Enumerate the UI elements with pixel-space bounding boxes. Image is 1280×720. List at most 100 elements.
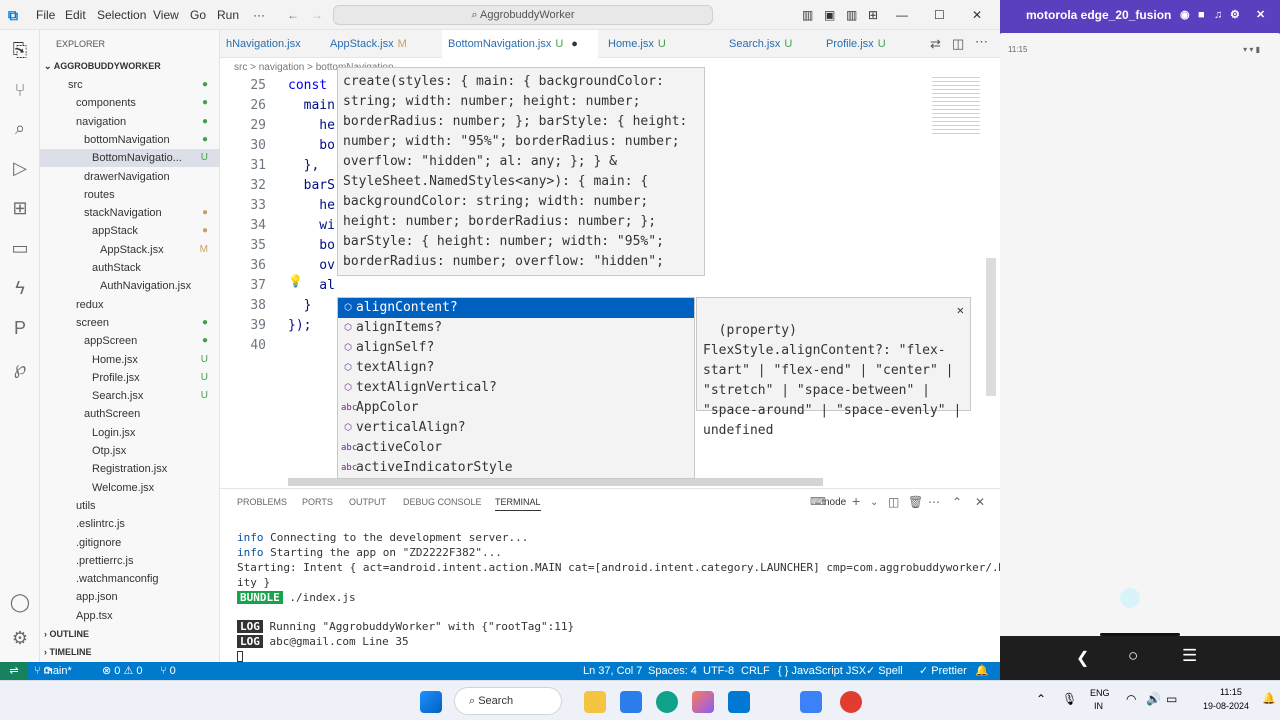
kill-terminal-icon[interactable]: 🗑 xyxy=(908,495,923,509)
layout-secondary-icon[interactable]: ▥ xyxy=(846,8,857,22)
menu-file[interactable]: File xyxy=(36,8,55,22)
split-editor-icon[interactable]: ⇄ xyxy=(930,36,941,52)
explorer-icon[interactable]: ⎘ xyxy=(8,38,32,62)
prettier[interactable]: ✓ Prettier xyxy=(919,662,967,680)
editor-tab[interactable]: Home.jsx U xyxy=(602,30,719,58)
search-icon[interactable]: ⌕ xyxy=(8,116,32,140)
layout-sidebar-icon[interactable]: ▥ xyxy=(802,8,813,22)
tree-item[interactable]: appScreen ● xyxy=(40,332,220,350)
tree-item[interactable]: redux xyxy=(40,296,220,314)
outline-section[interactable]: › OUTLINE xyxy=(44,629,89,639)
tree-item[interactable]: navigation ● xyxy=(40,113,220,131)
notification-icon[interactable]: 🔔 xyxy=(1262,692,1276,705)
account-icon[interactable]: ◯ xyxy=(8,590,32,614)
windows-start-icon[interactable] xyxy=(420,691,442,713)
record-icon[interactable]: ■ xyxy=(1198,0,1205,30)
suggestion-item[interactable]: ⬡ alignSelf? xyxy=(338,338,694,358)
menu-go[interactable]: Go xyxy=(190,8,206,22)
tab-problems[interactable]: PROBLEMS xyxy=(237,497,287,507)
maximize-panel-icon[interactable]: ⌃ xyxy=(952,495,962,509)
manage-gear-icon[interactable]: ⚙ xyxy=(8,626,32,650)
menu-run[interactable]: Run xyxy=(217,8,239,22)
tree-item[interactable]: bottomNavigation ● xyxy=(40,131,220,149)
menu-view[interactable]: View xyxy=(153,8,179,22)
tree-item[interactable]: src ● xyxy=(40,76,220,94)
suggestion-item[interactable]: abc activeIndicatorStyle xyxy=(338,458,694,478)
editor-tab[interactable]: hNavigation.jsx xyxy=(220,30,320,58)
language-mode[interactable]: { } JavaScript JSX xyxy=(778,662,866,680)
file-explorer-icon[interactable] xyxy=(584,691,606,713)
menu-selection[interactable]: Selection xyxy=(97,8,146,22)
tree-item[interactable]: .gitignore xyxy=(40,534,220,552)
tree-item[interactable]: utils xyxy=(40,497,220,515)
language-2[interactable]: IN xyxy=(1094,701,1103,711)
microphone-icon[interactable]: 🎙 xyxy=(1062,692,1077,706)
tree-item[interactable]: components ● xyxy=(40,94,220,112)
tree-item[interactable]: .prettierrc.js xyxy=(40,552,220,570)
phone-screen[interactable]: 11:15 ▾ ▾ ▮ xyxy=(1000,33,1280,638)
android-back-icon[interactable]: ❮ xyxy=(1076,648,1089,668)
customize-layout-icon[interactable]: ⊞ xyxy=(868,8,878,22)
suggestion-item[interactable]: abc AppColor xyxy=(338,398,694,418)
project-header[interactable]: ⌄ AGGROBUDDYWORKER xyxy=(44,61,161,72)
vertical-scrollbar[interactable] xyxy=(986,258,996,396)
clock-time[interactable]: 11:15 xyxy=(1220,687,1242,697)
menu-more[interactable]: ··· xyxy=(253,8,265,22)
tree-item[interactable]: AuthNavigation.jsx xyxy=(40,277,220,295)
taskbar-search[interactable]: ⌕ Search xyxy=(454,687,562,715)
editor-tab[interactable]: BottomNavigation.jsx U ● xyxy=(442,30,598,58)
suggestion-item[interactable]: abc activeColor xyxy=(338,438,694,458)
unsaved-dot-icon[interactable]: ● xyxy=(571,38,578,50)
pinned-icon[interactable]: ℘ xyxy=(8,356,32,380)
suggestion-item[interactable]: ⬡ textAlign? xyxy=(338,358,694,378)
tree-item[interactable]: Search.jsx U xyxy=(40,387,220,405)
tree-item[interactable]: authScreen xyxy=(40,405,220,423)
forward-arrow-icon[interactable]: → xyxy=(311,8,323,22)
suggest-widget[interactable]: ⬡ alignContent? ⬡ alignItems? ⬡ alignSelf? ⬡ te… xyxy=(337,297,695,479)
tree-item[interactable]: screen ● xyxy=(40,314,220,332)
tray-chevron-icon[interactable]: ⌃ xyxy=(1036,692,1046,706)
suggestion-item[interactable]: ⬡ alignContent? xyxy=(338,298,694,318)
split-terminal-icon[interactable]: ◫ xyxy=(888,495,899,509)
thunder-client-icon[interactable]: ϟ xyxy=(8,276,32,300)
tree-item[interactable]: drawerNavigation xyxy=(40,168,220,186)
tab-output[interactable]: OUTPUT xyxy=(349,497,386,507)
tab-debug-console[interactable]: DEBUG CONSOLE xyxy=(403,497,482,507)
extensions-icon[interactable]: ⊞ xyxy=(8,196,32,220)
android-home-icon[interactable]: ○ xyxy=(1128,646,1138,666)
battery-icon[interactable]: ▭ xyxy=(1166,692,1177,706)
shell-name[interactable]: node xyxy=(824,497,846,508)
eol[interactable]: CRLF xyxy=(741,662,770,680)
close-button[interactable]: ✕ xyxy=(972,8,982,22)
problems-count[interactable]: ⊗ 0 ⚠ 0 xyxy=(102,662,142,680)
tree-item[interactable]: stackNavigation ● xyxy=(40,204,220,222)
tree-item[interactable]: Welcome.jsx xyxy=(40,479,220,497)
tree-item[interactable]: Registration.jsx xyxy=(40,460,220,478)
suggestion-item[interactable]: ⬡ textAlignVertical? xyxy=(338,378,694,398)
indentation[interactable]: Spaces: 4 xyxy=(648,662,697,680)
tab-ports[interactable]: PORTS xyxy=(302,497,333,507)
git-branch[interactable]: ⑂ main* ⟳ xyxy=(34,662,72,680)
tree-item[interactable]: app.json xyxy=(40,588,220,606)
minimize-button[interactable]: — xyxy=(896,8,908,22)
store-icon[interactable] xyxy=(620,691,642,713)
split-right-icon[interactable]: ◫ xyxy=(952,36,964,52)
wifi-icon[interactable]: ◠ xyxy=(1126,692,1136,706)
paint-icon[interactable] xyxy=(800,691,822,713)
suggestion-item[interactable]: ⬡ alignItems? xyxy=(338,318,694,338)
cursor-position[interactable]: Ln 37, Col 7 xyxy=(583,662,642,680)
tree-item[interactable]: Home.jsx U xyxy=(40,351,220,369)
remote-explorer-icon[interactable]: ▭ xyxy=(8,236,32,260)
tab-terminal[interactable]: TERMINAL xyxy=(495,497,541,511)
maximize-button[interactable]: ☐ xyxy=(934,8,945,22)
tree-item[interactable]: appStack ● xyxy=(40,222,220,240)
android-recents-icon[interactable]: ☰ xyxy=(1182,646,1197,666)
tree-item[interactable]: Otp.jsx xyxy=(40,442,220,460)
more-icon[interactable]: ⋯ xyxy=(928,495,940,509)
tree-item[interactable]: .eslintrc.js xyxy=(40,515,220,533)
volume-icon[interactable]: 🔊 xyxy=(1146,692,1161,706)
encoding[interactable]: UTF-8 xyxy=(703,662,734,680)
editor-tab[interactable]: Search.jsx U xyxy=(723,30,816,58)
layout-panel-icon[interactable]: ▣ xyxy=(824,8,835,22)
close-details-icon[interactable]: ✕ xyxy=(957,300,964,320)
